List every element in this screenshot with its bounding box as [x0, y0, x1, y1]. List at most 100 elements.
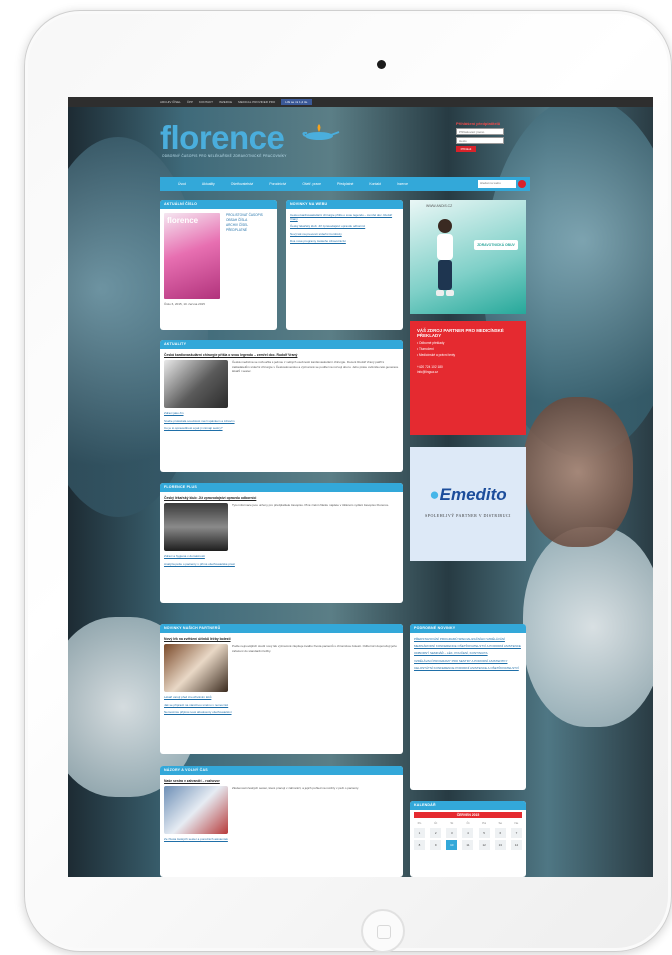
- emedito-logo: ●Emedito: [429, 485, 507, 504]
- education-link[interactable]: ODBORNÝ SEMINÁŘ – LÉK, POUČENÍ, KONTINUI…: [414, 651, 522, 655]
- ad-label: WWW.ANDIS.CZ: [426, 204, 453, 208]
- nurse-figure-icon: [436, 219, 454, 296]
- calendar-day[interactable]: 9: [430, 840, 442, 850]
- tablet-screen: ARCHIV ČÍSEL ČPP KONTAKT INZERCE MEDICAL…: [68, 97, 653, 877]
- topbar-link[interactable]: ARCHIV ČÍSEL: [160, 100, 181, 104]
- calendar-day[interactable]: 12: [478, 840, 490, 850]
- calendar-day[interactable]: 11: [462, 840, 474, 850]
- facebook-like-button[interactable]: Líbí se mi 1,2 tis.: [281, 99, 312, 105]
- password-input[interactable]: [456, 137, 504, 144]
- nav-item-nursing[interactable]: Ošetřovatelství: [223, 182, 262, 186]
- article-link[interactable]: Studie prokázala souvislost mezi spánkem…: [164, 419, 399, 423]
- calendar-day-today[interactable]: 10: [446, 840, 458, 850]
- article-link[interactable]: Analýza péče o pacienty v přímé ošetřova…: [164, 562, 399, 566]
- news-link[interactable]: Nový lék na prevenci srdeční trombózy: [290, 232, 399, 236]
- background-face-right: [523, 397, 633, 547]
- nav-item-subscription[interactable]: Předplatné: [329, 182, 361, 186]
- nav-item-contact[interactable]: Kontakt: [361, 182, 389, 186]
- article-photo[interactable]: [164, 503, 228, 552]
- calendar-day[interactable]: 3: [446, 828, 458, 838]
- translation-advertisement[interactable]: VÁŠ ZDROJ PARTNER PRO MEDICÍNSKÉ PŘEKLAD…: [410, 321, 526, 435]
- username-input[interactable]: [456, 128, 504, 135]
- calendar-day[interactable]: 14: [510, 840, 522, 850]
- nav-item-practice[interactable]: Ošetř. praxe: [294, 182, 329, 186]
- calendar-week: 8 9 10 11 12 13 14: [414, 840, 522, 850]
- article-link[interactable]: Lékaři varují před zneužíváním léků: [164, 695, 399, 699]
- news-link[interactable]: Český lékařský klub: Již zpravodajství o…: [290, 224, 399, 228]
- background-mask-right: [523, 527, 653, 727]
- education-link[interactable]: CELOSTÁTNÍ KONFERENCE PORODNÍ ASISTENCE …: [414, 666, 522, 670]
- ad-slogan: ZDRAVOTNICKÁ OBUV: [474, 240, 518, 250]
- article-photo[interactable]: [164, 786, 228, 835]
- article-link[interactable]: Jak se připravit na náročnou směnu v nem…: [164, 703, 399, 707]
- main-navigation: Úvod Aktuality Ošetřovatelství Porodnict…: [160, 177, 530, 191]
- panel-header: NOVINKY NAŠICH PARTNERŮ: [160, 624, 403, 633]
- magazine-cover-title: florence: [167, 216, 199, 225]
- login-box: Přihlášení předplatitelů Přihlásit: [456, 121, 522, 152]
- article-title[interactable]: Naše sestra v zahraničí – rozhovor: [164, 779, 399, 783]
- emedito-advertisement[interactable]: ●Emedito SPOLEHLIVÝ PARTNER V DISTRIBUCI: [410, 447, 526, 561]
- login-button[interactable]: Přihlásit: [456, 146, 476, 152]
- calendar-weekdays: Po Út St Čt Pá So Ne: [414, 820, 522, 826]
- news-link[interactable]: Dva nové programy českého zdravotnictví: [290, 239, 399, 243]
- web-news-panel: NOVINKY NA WEBU Cestou kardiovaskulární …: [286, 200, 403, 330]
- ad-title: VÁŠ ZDROJ PARTNER PRO MEDICÍNSKÉ PŘEKLAD…: [417, 328, 504, 339]
- news-link[interactable]: Cestou kardiovaskulární chirurgie přišlo…: [290, 213, 399, 221]
- top-bar: ARCHIV ČÍSEL ČPP KONTAKT INZERCE MEDICAL…: [68, 97, 653, 107]
- article-title[interactable]: Český lékařský klub: Již zpravodajství o…: [164, 496, 399, 500]
- article-photo[interactable]: [164, 360, 228, 409]
- education-link[interactable]: VZDĚLÁVACÍ PROGRAMY PRO SESTRY A PORODNÍ…: [414, 659, 522, 663]
- weekday-label: Po: [417, 821, 422, 825]
- panel-header: AKTUÁLNÍ ČÍSLO: [160, 200, 277, 209]
- education-panel: PODROBNÉ NOVINKY PŘEDSTAVOVÁNÍ PROGRAMŮ …: [410, 624, 526, 790]
- article-photo[interactable]: [164, 644, 228, 693]
- article-link[interactable]: Zdraví jako čin: [164, 411, 399, 415]
- topbar-link[interactable]: ČPP: [187, 100, 193, 104]
- article-link[interactable]: Co je to spravedlnost a jak ji vnímají s…: [164, 426, 399, 430]
- topbar-link[interactable]: INZERCE: [219, 100, 232, 104]
- partners-news-panel: NOVINKY NAŠICH PARTNERŮ Nový lék na zvět…: [160, 624, 403, 754]
- news-panel: AKTUALITY Česká kardiovaskulární chirurg…: [160, 340, 403, 472]
- education-link[interactable]: MEZINÁRODNÍ KONFERENCE OŠETŘOVATELSTVÍ A…: [414, 644, 522, 648]
- ad-contact: info@lingua.cz: [417, 369, 438, 374]
- oil-lamp-logo-icon: [302, 124, 340, 140]
- nav-item-home[interactable]: Úvod: [170, 182, 194, 186]
- camera-icon: [377, 60, 386, 69]
- calendar-day[interactable]: 6: [494, 828, 506, 838]
- calendar-day[interactable]: 13: [494, 840, 506, 850]
- panel-header: AKTUALITY: [160, 340, 403, 349]
- site-tagline: ODBORNÝ ČASOPIS PRO NELÉKAŘSKÉ ZDRAVOTNI…: [162, 154, 287, 158]
- home-button[interactable]: [361, 909, 405, 953]
- magazine-cover[interactable]: florence: [164, 213, 220, 299]
- nav-item-midwifery[interactable]: Porodnictví: [261, 182, 294, 186]
- nav-item-advertising[interactable]: Inzerce: [389, 182, 416, 186]
- education-link[interactable]: PŘEDSTAVOVÁNÍ PROGRAMŮ SPECIALIZAČNÍHO V…: [414, 637, 522, 641]
- search-icon[interactable]: [518, 180, 526, 188]
- calendar-day[interactable]: 7: [510, 828, 522, 838]
- calendar-week: 1 2 3 4 5 6 7: [414, 828, 522, 838]
- calendar-day[interactable]: 4: [462, 828, 474, 838]
- article-link[interactable]: Ze života českých sester a porodních asi…: [164, 837, 399, 841]
- panel-header: PODROBNÉ NOVINKY: [410, 624, 526, 633]
- calendar-panel: KALENDÁŘ ČERVEN 2015 Po Út St Čt Pá So N…: [410, 801, 526, 877]
- topbar-link[interactable]: KONTAKT: [199, 100, 213, 104]
- weekday-label: Ne: [514, 821, 519, 825]
- topbar-link[interactable]: MEDICAL PROVIDER PRO: [238, 100, 275, 104]
- article-link[interactable]: Nemocnice přijímá nové absolventy ošetřo…: [164, 710, 399, 714]
- opinions-panel: NÁZORY A VOLNÝ ČAS Naše sestra v zahrani…: [160, 766, 403, 877]
- partner-advertisement[interactable]: WWW.ANDIS.CZ ZDRAVOTNICKÁ OBUV: [410, 200, 526, 314]
- article-link[interactable]: Zdraví a hygiena v domácnosti: [164, 554, 399, 558]
- panel-header: FLORENCE PLUS: [160, 483, 403, 492]
- calendar-day[interactable]: 8: [414, 840, 425, 850]
- calendar-day[interactable]: 1: [414, 828, 425, 838]
- calendar-day[interactable]: 2: [430, 828, 442, 838]
- article-title[interactable]: Česká kardiovaskulární chirurgie přišla …: [164, 353, 399, 357]
- article-title[interactable]: Nový lék na zvětšení účinků léčby bolest…: [164, 637, 399, 641]
- search-input[interactable]: Hledat na webu: [478, 180, 516, 188]
- calendar-day[interactable]: 5: [478, 828, 490, 838]
- weekday-label: Čt: [466, 821, 470, 825]
- site-logo[interactable]: florence: [160, 119, 285, 157]
- weekday-label: St: [450, 821, 454, 825]
- login-title: Přihlášení předplatitelů: [456, 121, 501, 126]
- nav-item-news[interactable]: Aktuality: [194, 182, 223, 186]
